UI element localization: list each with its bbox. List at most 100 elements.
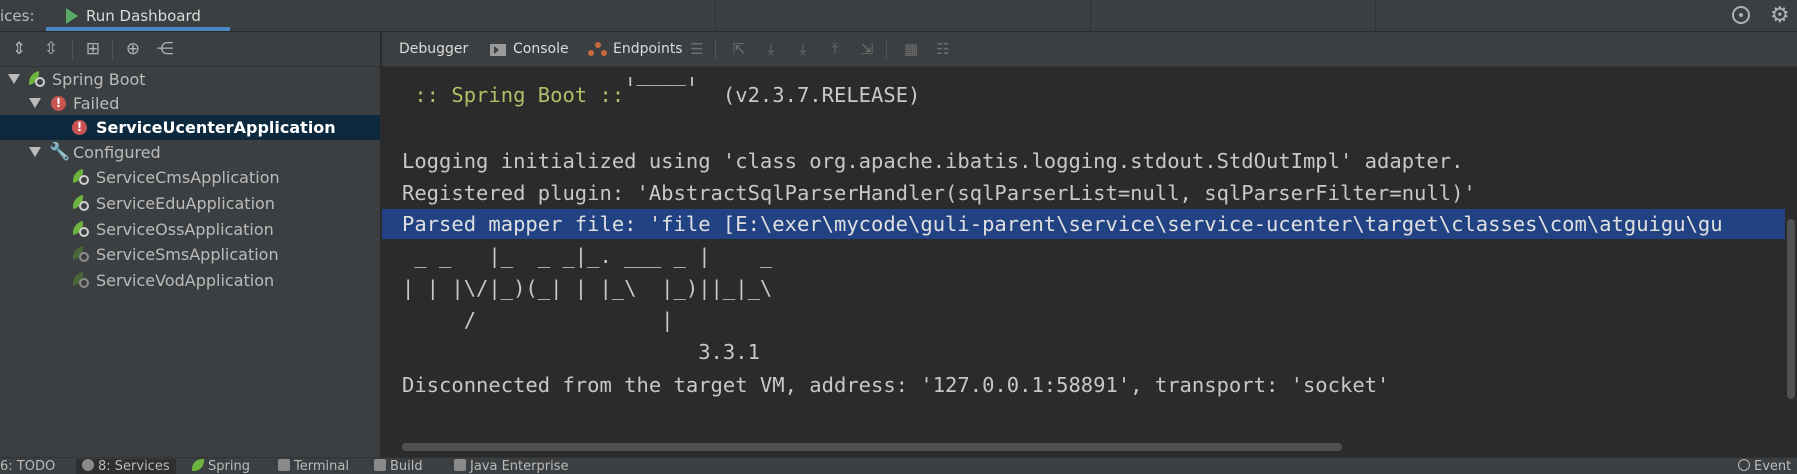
error-icon: ! (51, 96, 66, 111)
console-icon (490, 44, 506, 56)
spring-boot-banner-text: :: Spring Boot :: (402, 83, 723, 107)
console-line-selected: Parsed mapper file: 'file [E:\exer\mycod… (382, 209, 1785, 239)
tab-endpoints[interactable]: Endpoints (613, 41, 683, 57)
tab-console[interactable]: Console (513, 41, 569, 57)
spring-boot-version-text: (v2.3.7.RELEASE) (722, 83, 921, 107)
add-service-icon[interactable]: ⊕ (122, 38, 144, 60)
search-icon (1738, 459, 1750, 471)
error-icon: ! (72, 120, 87, 135)
tab-debugger[interactable]: Debugger (399, 41, 468, 57)
event-log[interactable]: Event (1738, 459, 1791, 474)
console-toolbar: Debugger Console Endpoints ☰ ⇱ ⤓ ⤓ ⤒ ⇲ ▦… (382, 32, 1797, 67)
toolwindow-services[interactable]: 8: Services (76, 459, 176, 474)
hammer-icon (374, 459, 386, 471)
tree-label: ServiceOssApplication (96, 220, 274, 239)
build-label: Build (390, 459, 423, 474)
tree-node-service-edu-application[interactable]: ServiceEduApplication (0, 191, 380, 216)
console-line: Registered plugin: 'AbstractSqlParserHan… (402, 181, 1476, 205)
services-tabbar: ices: Run Dashboard ⚙ (0, 0, 1797, 32)
tree-label: ServiceCmsApplication (96, 168, 280, 187)
terminal-label: Terminal (294, 459, 349, 474)
tree-node-service-ucenter-application[interactable]: ! ServiceUcenterApplication (0, 115, 380, 140)
toolwindow-java-enterprise[interactable]: Java Enterprise (454, 459, 568, 474)
toolbar-separator (72, 39, 73, 59)
active-tab-indicator (46, 27, 230, 31)
tree-node-service-oss-application[interactable]: ServiceOssApplication (0, 217, 380, 242)
spring-boot-icon (71, 272, 90, 288)
spring-boot-icon (71, 195, 90, 211)
console-line: _ _ |_ _ _|_. ___ _ | _ (402, 244, 773, 268)
toolbar-separator (886, 39, 887, 59)
spring-boot-icon (71, 169, 90, 185)
vertical-scrollbar-thumb[interactable] (1787, 219, 1795, 399)
step-into-icon[interactable]: ⤓ (794, 40, 812, 58)
console-line: Disconnected from the target VM, address… (402, 373, 1390, 397)
event-log-label: Event (1754, 459, 1792, 474)
todo-label: 6: TODO (0, 459, 56, 474)
filter-icon[interactable]: ⋲ (154, 38, 176, 60)
step-over-icon[interactable]: ⤓ (762, 40, 780, 58)
console-line: 3.3.1 (402, 340, 760, 364)
tab-run-dashboard-label: Run Dashboard (86, 7, 201, 25)
chevron-down-icon[interactable] (29, 98, 41, 108)
tree-label: ServiceUcenterApplication (96, 118, 336, 137)
tree-node-failed[interactable]: ! Failed (0, 91, 380, 116)
trace-icon[interactable]: ☷ (934, 40, 952, 58)
spring-label: Spring (208, 459, 250, 474)
services-tree: Spring Boot ! Failed ! ServiceUcenterApp… (0, 67, 380, 457)
terminal-icon (278, 459, 290, 471)
wrench-icon: 🔧 (49, 142, 71, 162)
topbar-divider (715, 0, 716, 32)
toolwindow-build[interactable]: Build (374, 459, 423, 474)
spring-boot-icon (71, 246, 90, 262)
toolwindow-todo[interactable]: 6: TODO (0, 459, 55, 474)
services-toolbar: ⇕ ⇳ ⊞ ⊕ ⋲ (0, 32, 380, 67)
tree-node-service-cms-application[interactable]: ServiceCmsApplication (0, 165, 380, 190)
tree-label: ServiceEduApplication (96, 194, 275, 213)
group-by-icon[interactable]: ⊞ (82, 38, 104, 60)
menu-icon[interactable]: ☰ (688, 40, 706, 58)
evaluate-expression-icon[interactable]: ▦ (902, 40, 920, 58)
spring-icon (192, 459, 204, 471)
console-line: Logging initialized using 'class org.apa… (402, 149, 1464, 173)
tree-label: Spring Boot (52, 70, 146, 89)
console-output[interactable]: |____| :: Spring Boot :: (v2.3.7.RELEASE… (382, 67, 1785, 447)
spring-boot-icon (71, 221, 90, 237)
collapse-all-icon[interactable]: ⇳ (40, 38, 62, 60)
run-to-cursor-icon[interactable]: ⇲ (858, 40, 876, 58)
topbar-divider (1375, 0, 1376, 32)
toolbar-separator (112, 39, 113, 59)
step-out-icon[interactable]: ⤒ (826, 40, 844, 58)
tool-window-bar: 6: TODO 8: Services Spring Terminal Buil… (0, 457, 1797, 474)
console-line: | | |\/|_)(_| | |_\ |_)||_|_\ (402, 276, 773, 300)
chevron-down-icon[interactable] (8, 74, 20, 84)
gear-icon[interactable]: ⚙ (1770, 3, 1790, 28)
topbar-divider (1090, 0, 1091, 32)
toolbar-separator (715, 39, 716, 59)
vertical-scrollbar[interactable] (1785, 67, 1797, 447)
toolwindow-spring[interactable]: Spring (192, 459, 250, 474)
tree-node-service-sms-application[interactable]: ServiceSmsApplication (0, 242, 380, 267)
console-line-spring-boot-banner: :: Spring Boot :: (v2.3.7.RELEASE) (402, 80, 920, 110)
tree-node-spring-boot[interactable]: Spring Boot (0, 67, 380, 92)
run-icon (66, 8, 78, 24)
spring-boot-icon (27, 71, 46, 87)
tree-label: Failed (73, 94, 120, 113)
tree-node-configured[interactable]: 🔧 Configured (0, 140, 380, 165)
java-enterprise-label: Java Enterprise (470, 459, 569, 474)
console-line: / | (402, 308, 674, 332)
expand-all-icon[interactable]: ⇕ (8, 38, 30, 60)
toolwindow-terminal[interactable]: Terminal (278, 459, 349, 474)
tree-label: ServiceVodApplication (96, 271, 275, 290)
target-icon[interactable] (1732, 6, 1750, 24)
tree-label: ServiceSmsApplication (96, 245, 279, 264)
services-icon (82, 459, 94, 471)
tree-label: Configured (73, 143, 161, 162)
endpoints-icon (588, 40, 608, 58)
services-label: ices: (0, 7, 35, 25)
show-execution-point-icon[interactable]: ⇱ (730, 40, 748, 58)
chevron-down-icon[interactable] (29, 147, 41, 157)
horizontal-scrollbar-thumb[interactable] (402, 443, 1342, 451)
tab-run-dashboard[interactable]: Run Dashboard (46, 0, 230, 32)
tree-node-service-vod-application[interactable]: ServiceVodApplication (0, 268, 380, 293)
